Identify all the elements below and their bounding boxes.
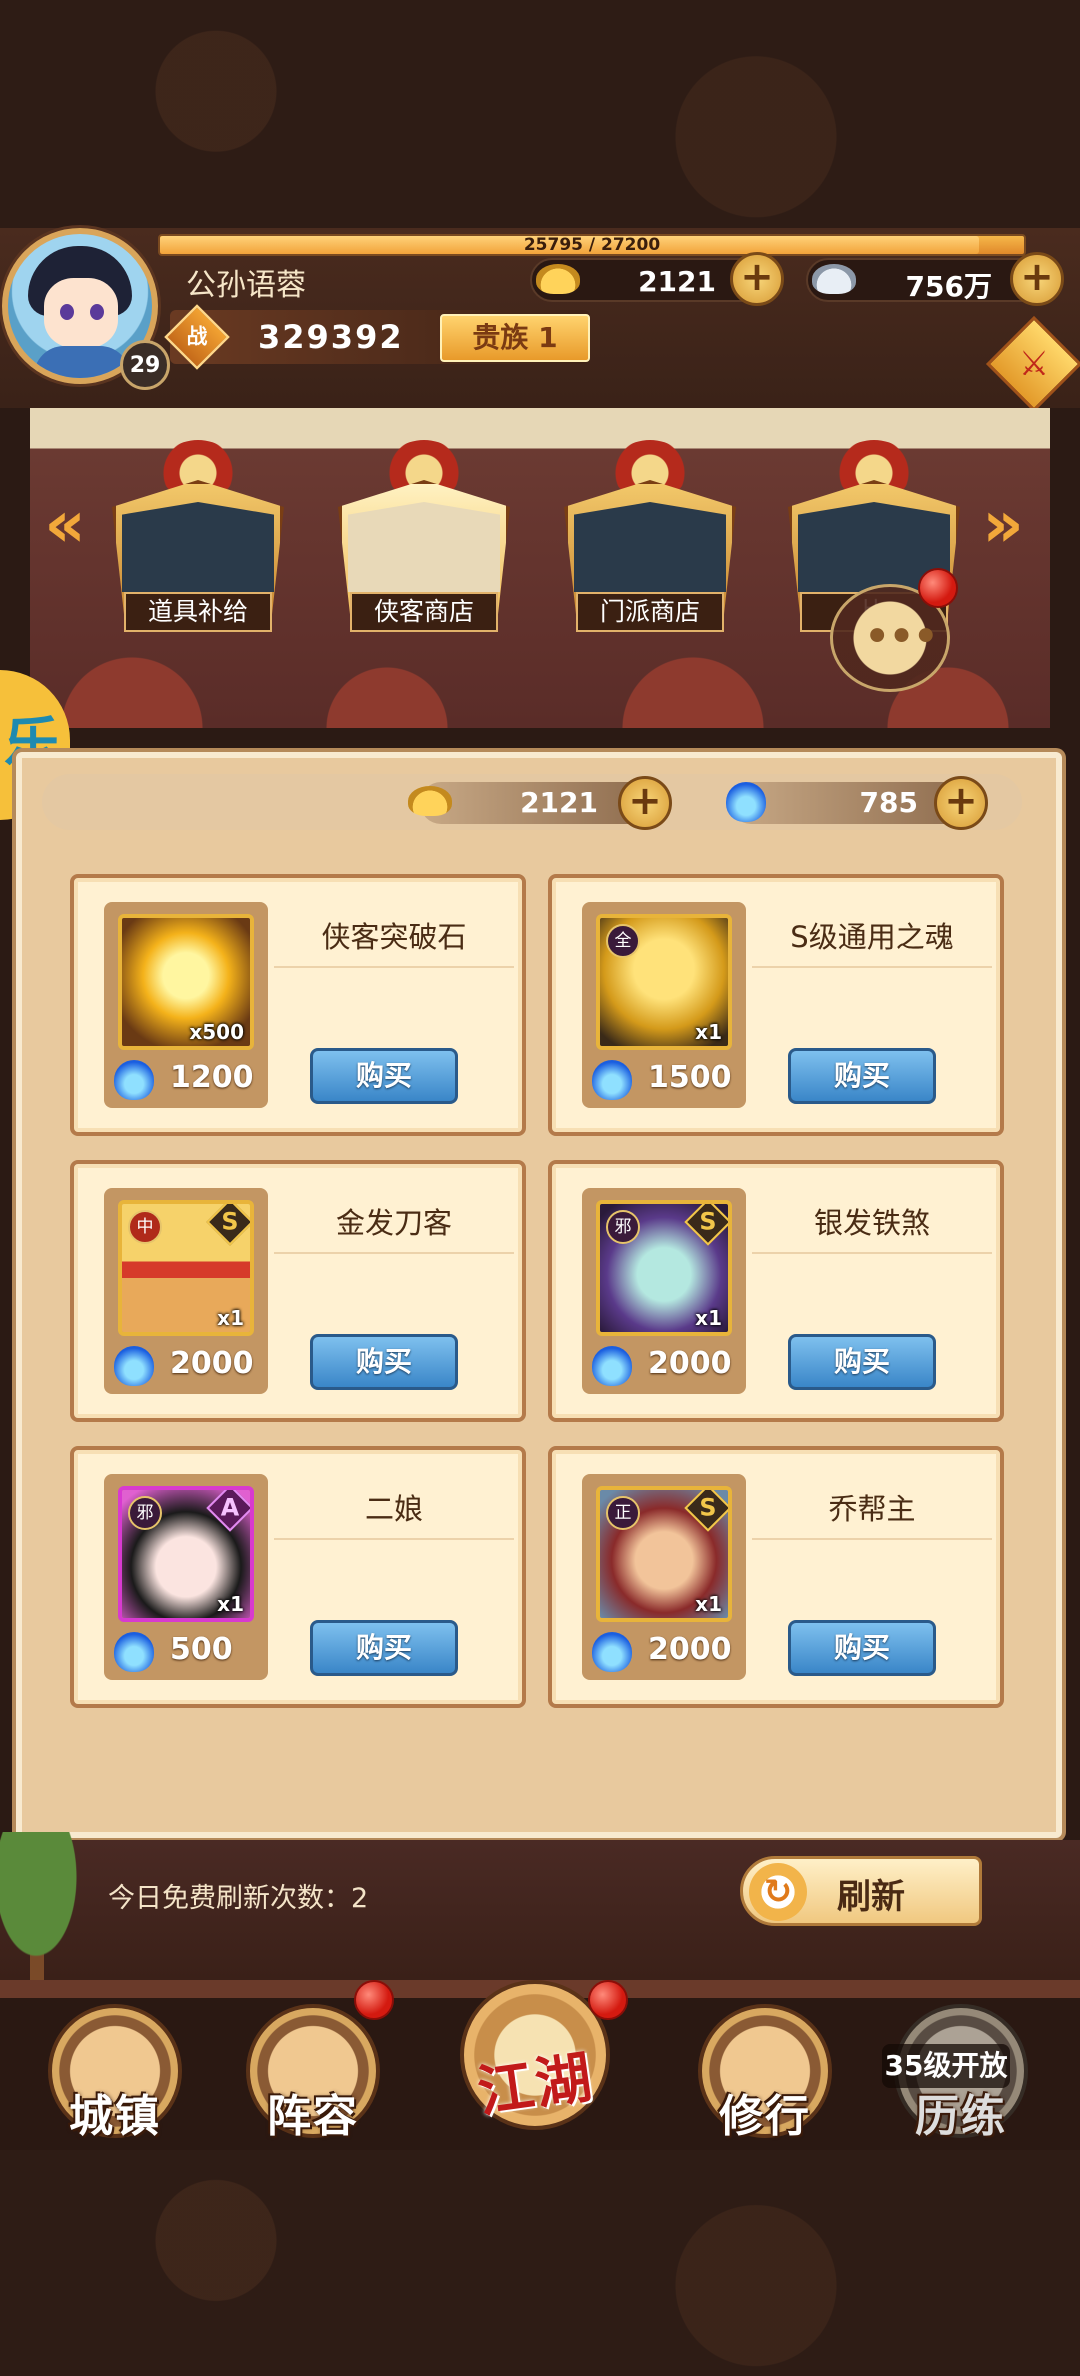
gold-ingot-icon [408, 786, 452, 816]
buy-button[interactable]: 购买 [310, 1620, 458, 1676]
silver-value: 756万 [905, 270, 992, 303]
item-icon[interactable]: 邪 S x1 [596, 1200, 732, 1336]
item-icon[interactable]: 中 S x1 [118, 1200, 254, 1336]
buy-button[interactable]: 购买 [788, 1620, 936, 1676]
faction-badge: 正 [606, 1496, 640, 1530]
item-price: 2000 [170, 1346, 254, 1381]
item-price: 2000 [648, 1632, 732, 1667]
exp-text: 25795 / 27200 [523, 235, 661, 255]
item-name: 侠客突破石 [274, 914, 514, 968]
add-shop-soul-button[interactable]: + [934, 776, 988, 830]
nav-label: 城镇 [69, 2091, 161, 2142]
unlock-level-text: 35级开放 [882, 2044, 1010, 2088]
item-name: 乔帮主 [752, 1486, 992, 1540]
player-name: 公孙语蓉 [186, 268, 306, 303]
shop-item-card: 邪 S x1 2000 银发铁煞 购买 [548, 1160, 1004, 1422]
faction-badge: 中 [128, 1210, 162, 1244]
tab-label: 道具补给 [124, 592, 272, 632]
refresh-button[interactable]: ↻ 刷新 [740, 1856, 982, 1926]
hero-soul-icon [114, 1632, 154, 1672]
tab-scroll-left-arrow[interactable]: « [40, 490, 90, 560]
refresh-icon: ↻ [749, 1863, 807, 1921]
silver-ingot-icon [812, 264, 856, 294]
jianghu-notification-dot [588, 1980, 628, 2020]
refresh-label: 刷新 [837, 1877, 905, 1917]
shop-gold-ingot-value: 2121 [520, 786, 598, 819]
add-gold-ingot-button[interactable]: + [730, 252, 784, 306]
item-price: 1200 [170, 1060, 254, 1095]
item-quantity: x1 [695, 1306, 722, 1330]
nav-label: 历练 [915, 2091, 1007, 2142]
add-silver-button[interactable]: + [1010, 252, 1064, 306]
item-icon[interactable]: 全 x1 [596, 914, 732, 1050]
shop-item-card: 全 x1 1500 S级通用之魂 购买 [548, 874, 1004, 1136]
item-price: 2000 [648, 1346, 732, 1381]
nav-label: 修行 [719, 2091, 811, 2142]
chat-icon: ••• [863, 609, 940, 665]
exp-bar: 25795 / 27200 [158, 234, 1026, 256]
item-name: 二娘 [274, 1486, 514, 1540]
shop-soul-value: 785 [859, 786, 918, 819]
item-price: 500 [170, 1632, 233, 1667]
item-quantity: x1 [217, 1306, 244, 1330]
shop-item-card: x500 1200 侠客突破石 购买 [70, 874, 526, 1136]
nav-jianghu[interactable]: 江湖 [460, 1980, 610, 2150]
item-quantity: x1 [695, 1592, 722, 1616]
chat-notification-dot [918, 568, 958, 608]
nav-lineup[interactable]: 阵容 [238, 2000, 388, 2150]
buy-button[interactable]: 购买 [788, 1334, 936, 1390]
hero-soul-icon [114, 1060, 154, 1100]
bottom-background [0, 2150, 1080, 2376]
item-quantity: x1 [217, 1592, 244, 1616]
bonsai-tree-decoration [0, 1832, 90, 1982]
item-price: 1500 [648, 1060, 732, 1095]
item-name: 金发刀客 [274, 1200, 514, 1254]
item-icon[interactable]: 正 S x1 [596, 1486, 732, 1622]
free-refresh-count: 今日免费刷新次数：2 [108, 1883, 369, 1914]
top-background [0, 0, 1080, 228]
tab-label: 门派商店 [576, 592, 724, 632]
item-quantity: x1 [695, 1020, 722, 1044]
gold-ingot-value: 2121 [638, 265, 716, 298]
tab-sect-shop[interactable]: 门派商店 [552, 440, 748, 650]
faction-badge: 全 [606, 924, 640, 958]
hero-soul-icon [592, 1346, 632, 1386]
nav-training[interactable]: 修行 [690, 2000, 840, 2150]
shop-item-card: 正 S x1 2000 乔帮主 购买 [548, 1446, 1004, 1708]
faction-badge: 邪 [606, 1210, 640, 1244]
faction-badge: 邪 [128, 1496, 162, 1530]
player-level-badge: 29 [120, 340, 170, 390]
item-name: S级通用之魂 [752, 914, 992, 968]
hero-soul-icon [726, 782, 766, 822]
shop-gold-ingot-counter: 2121 [420, 782, 650, 824]
item-icon[interactable]: x500 [118, 914, 254, 1050]
item-icon[interactable]: 邪 A x1 [118, 1486, 254, 1622]
hero-soul-icon [114, 1346, 154, 1386]
buy-button[interactable]: 购买 [310, 1048, 458, 1104]
noble-rank-badge[interactable]: 贵族 1 [440, 314, 590, 362]
nav-town[interactable]: 城镇 [40, 2000, 190, 2150]
buy-button[interactable]: 购买 [310, 1334, 458, 1390]
tab-label: 侠客商店 [350, 592, 498, 632]
shop-item-card: 中 S x1 2000 金发刀客 购买 [70, 1160, 526, 1422]
player-header: 25795 / 27200 29 公孙语蓉 2121 + 756万 + 战 32… [0, 228, 1080, 408]
lineup-notification-dot [354, 1980, 394, 2020]
hero-soul-icon [592, 1632, 632, 1672]
gold-ingot-icon [536, 264, 580, 294]
nav-label: 阵容 [267, 2091, 359, 2142]
combat-power-icon: 战 [164, 304, 230, 370]
hero-soul-icon [592, 1060, 632, 1100]
tab-hero-shop[interactable]: 侠客商店 [326, 440, 522, 650]
add-shop-gold-ingot-button[interactable]: + [618, 776, 672, 830]
item-quantity: x500 [189, 1020, 244, 1044]
buy-button[interactable]: 购买 [788, 1048, 936, 1104]
combat-power-value: 329392 [258, 318, 404, 356]
item-name: 银发铁煞 [752, 1200, 992, 1254]
tab-scroll-right-arrow[interactable]: » [978, 490, 1028, 560]
shop-item-card: 邪 A x1 500 二娘 购买 [70, 1446, 526, 1708]
tab-item-supply[interactable]: 道具补给 [100, 440, 296, 650]
